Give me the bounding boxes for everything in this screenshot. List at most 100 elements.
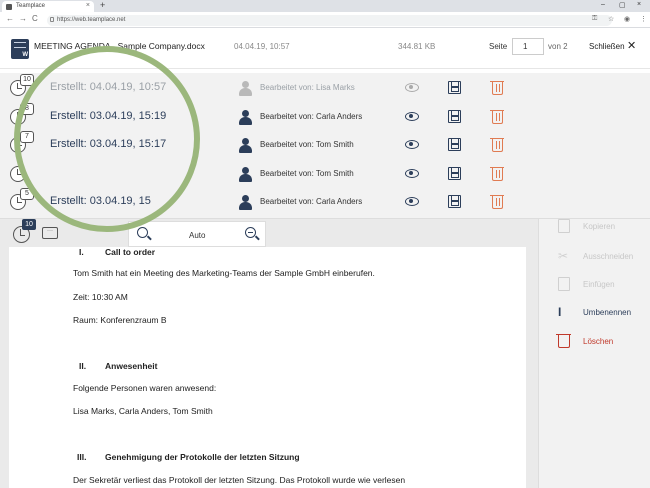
- back-icon[interactable]: ←: [6, 14, 14, 23]
- version-number-badge: 7: [20, 131, 34, 143]
- tab-title: Teamplace: [16, 3, 46, 9]
- zoom-out-icon[interactable]: [245, 227, 256, 238]
- section-number: III.: [77, 452, 87, 462]
- browser-tab-bar: Teamplace × + – ▢ ×: [0, 0, 650, 12]
- eye-icon[interactable]: [405, 112, 419, 121]
- version-count-badge: 10: [22, 219, 36, 230]
- save-icon[interactable]: [448, 167, 461, 180]
- cut-action[interactable]: ✂ Ausschneiden: [555, 249, 650, 269]
- version-row[interactable]: 7 Erstellt: 03.04.19, 15:17 Bearbeitet v…: [0, 130, 650, 159]
- version-created: Erstellt: 04.04.19, 10:57: [50, 81, 167, 93]
- user-avatar-icon: [238, 81, 252, 97]
- comment-icon[interactable]: ···: [42, 227, 58, 239]
- trash-icon[interactable]: [490, 110, 504, 124]
- browser-tab[interactable]: Teamplace ×: [2, 1, 94, 12]
- copy-icon: [558, 219, 570, 233]
- rename-label: Umbenennen: [583, 308, 632, 317]
- zoom-in-icon[interactable]: [137, 227, 148, 238]
- url-text: https://web.teamplace.net: [57, 17, 126, 23]
- rename-action[interactable]: I Umbenennen: [555, 305, 650, 325]
- window-close-button[interactable]: ×: [637, 1, 641, 8]
- trash-icon[interactable]: [490, 167, 504, 181]
- delete-action[interactable]: Löschen: [555, 334, 650, 354]
- eye-icon[interactable]: [405, 197, 419, 206]
- zoom-control: Auto: [128, 221, 266, 247]
- version-created: Erstellt: 03.04.19, 15:17: [50, 138, 167, 150]
- copy-action[interactable]: Kopieren: [555, 219, 650, 239]
- paragraph: Raum: Konferenzraum B: [73, 315, 167, 325]
- section-heading: Call to order: [105, 247, 156, 257]
- reload-icon[interactable]: C: [32, 14, 38, 23]
- cut-label: Ausschneiden: [583, 252, 634, 261]
- page-number-input[interactable]: [512, 38, 544, 55]
- section-number: I.: [79, 247, 84, 257]
- new-tab-button[interactable]: +: [100, 0, 105, 10]
- cut-icon: ✂: [558, 249, 569, 263]
- save-icon[interactable]: [448, 110, 461, 123]
- document-title: MEETING AGENDA - Sample Company.docx: [34, 41, 205, 51]
- zoom-level[interactable]: Auto: [189, 231, 205, 240]
- paste-label: Einfügen: [583, 280, 615, 289]
- eye-icon[interactable]: [405, 169, 419, 178]
- trash-icon[interactable]: [490, 195, 504, 209]
- menu-icon[interactable]: ⋮: [640, 15, 647, 23]
- document-viewer[interactable]: I. Call to order Tom Smith hat ein Meeti…: [0, 219, 538, 488]
- close-button[interactable]: Schließen: [589, 42, 625, 51]
- actions-sidebar: Kopieren ✂ Ausschneiden Einfügen I Umben…: [538, 219, 650, 488]
- save-icon[interactable]: [448, 138, 461, 151]
- version-number-badge: 10: [20, 74, 34, 86]
- favicon-icon: [6, 4, 12, 10]
- viewer-header: W MEETING AGENDA - Sample Company.docx 0…: [0, 29, 650, 69]
- close-icon[interactable]: ✕: [627, 39, 636, 52]
- document-size: 344.81 KB: [398, 42, 436, 51]
- profile-icon[interactable]: ◉: [624, 15, 630, 23]
- word-document-icon: W: [11, 39, 29, 59]
- address-bar: ← → C https://web.teamplace.net ⚿ ☆ ◉ ⋮: [0, 12, 650, 28]
- user-avatar-icon: [238, 195, 252, 211]
- eye-icon[interactable]: [405, 140, 419, 149]
- star-icon[interactable]: ☆: [608, 15, 614, 23]
- paste-icon: [558, 277, 570, 291]
- version-created: Erstellt: 03.04.19, 15: [50, 195, 151, 207]
- delete-icon: [556, 334, 571, 348]
- maximize-button[interactable]: ▢: [619, 1, 626, 9]
- version-row[interactable]: 10 Erstellt: 04.04.19, 10:57 Bearbeitet …: [0, 73, 650, 102]
- version-editor: Bearbeitet von: Tom Smith: [260, 140, 354, 149]
- page-label: Seite: [489, 42, 508, 51]
- version-row[interactable]: 5 Erstellt: 03.04.19, 15 Bearbeitet von:…: [0, 187, 650, 216]
- section-number: II.: [79, 361, 87, 371]
- rename-icon: I: [558, 305, 562, 319]
- version-row[interactable]: 8 Erstellt: 03.04.19, 15:19 Bearbeitet v…: [0, 102, 650, 131]
- version-number-badge: 8: [20, 103, 34, 115]
- version-row[interactable]: Bearbeitet von: Tom Smith: [0, 159, 650, 188]
- paragraph: Tom Smith hat ein Meeting des Marketing-…: [73, 268, 375, 278]
- section-heading: Anwesenheit: [105, 361, 158, 371]
- version-editor: Bearbeitet von: Tom Smith: [260, 169, 354, 178]
- tab-close-icon[interactable]: ×: [86, 2, 90, 9]
- version-history-panel: 10 Erstellt: 04.04.19, 10:57 Bearbeitet …: [0, 73, 650, 219]
- paste-action[interactable]: Einfügen: [555, 277, 650, 297]
- trash-icon[interactable]: [490, 81, 504, 95]
- copy-label: Kopieren: [583, 222, 616, 231]
- document-date: 04.04.19, 10:57: [234, 42, 290, 51]
- version-editor: Bearbeitet von: Lisa Marks: [260, 83, 355, 92]
- minimize-button[interactable]: –: [601, 1, 605, 8]
- forward-icon[interactable]: →: [19, 14, 27, 23]
- version-number-badge: 5: [20, 188, 34, 200]
- paragraph: Zeit: 10:30 AM: [73, 292, 128, 302]
- paragraph: Der Sekretär verliest das Protokoll der …: [73, 475, 406, 485]
- lock-icon: [50, 17, 54, 22]
- user-avatar-icon: [238, 167, 252, 183]
- trash-icon[interactable]: [490, 138, 504, 152]
- eye-icon[interactable]: [405, 83, 419, 92]
- version-editor: Bearbeitet von: Carla Anders: [260, 112, 363, 121]
- save-icon[interactable]: [448, 195, 461, 208]
- paragraph: Folgende Personen waren anwesend:: [73, 383, 217, 393]
- save-icon[interactable]: [448, 81, 461, 94]
- page-count: von 2: [548, 42, 568, 51]
- document-page: I. Call to order Tom Smith hat ein Meeti…: [9, 247, 526, 488]
- version-editor: Bearbeitet von: Carla Anders: [260, 197, 363, 206]
- key-icon[interactable]: ⚿: [592, 15, 597, 23]
- user-avatar-icon: [238, 110, 252, 126]
- url-field[interactable]: https://web.teamplace.net: [47, 15, 612, 26]
